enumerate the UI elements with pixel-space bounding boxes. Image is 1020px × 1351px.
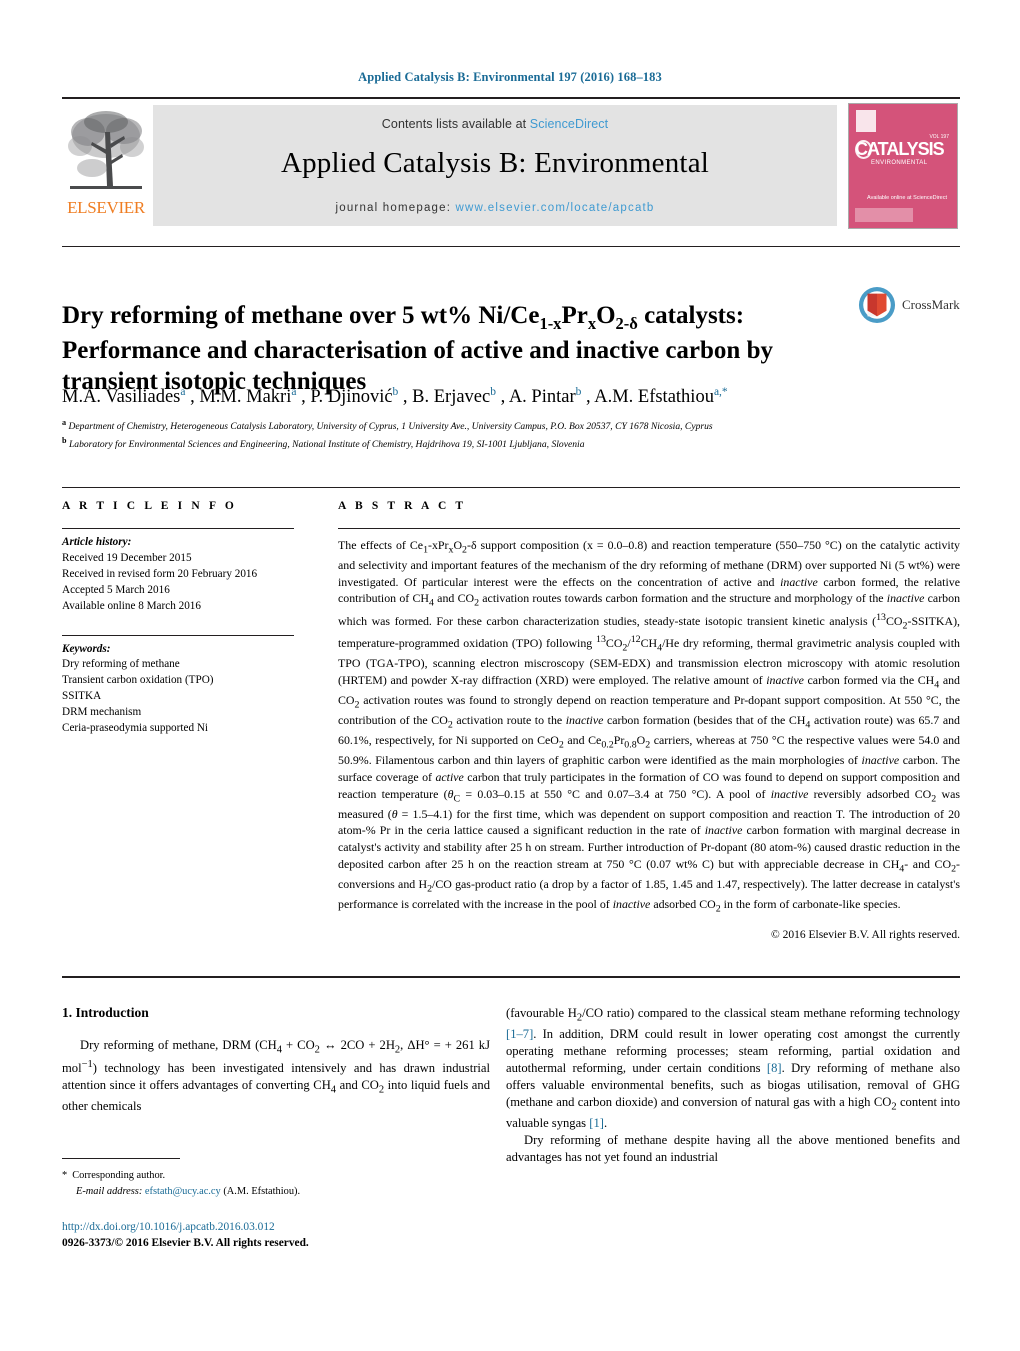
title-divider — [62, 246, 960, 247]
abstract-copyright: © 2016 Elsevier B.V. All rights reserved… — [771, 929, 960, 942]
abstract-column: A B S T R A C T The effects of Ce1-xPrxO… — [338, 500, 960, 941]
title-line-2: Performance and characterisation of acti… — [62, 336, 773, 364]
cover-volume: VOL 197 — [929, 134, 949, 140]
affiliation-b: b Laboratory for Environmental Sciences … — [62, 435, 892, 453]
affiliation-marker-a: a — [62, 418, 67, 427]
article-history-label: Article history: — [62, 536, 132, 548]
affiliations: a Department of Chemistry, Heterogeneous… — [62, 417, 892, 453]
section-number: 1. — [62, 1005, 73, 1020]
elsevier-wordmark: ELSEVIER — [67, 198, 145, 217]
keywords-rule — [62, 634, 294, 636]
title-sub-1: 1-x — [539, 313, 562, 333]
affiliation-b-text: Laboratory for Environmental Sciences an… — [68, 439, 585, 451]
journal-homepage-line: journal homepage: www.elsevier.com/locat… — [153, 180, 837, 214]
crossmark-label: CrossMark — [902, 297, 960, 312]
elsevier-tree-icon — [68, 111, 144, 189]
author-affil-marker: b — [392, 386, 399, 398]
sciencedirect-link[interactable]: ScienceDirect — [530, 117, 608, 131]
article-info-heading: A R T I C L E I N F O — [62, 500, 237, 512]
author-affil-marker: b — [575, 386, 582, 398]
cover-barcode — [855, 208, 913, 222]
history-item: Received in revised form 20 February 201… — [62, 567, 258, 580]
title-part-1: Dry reforming of methane over 5 wt% Ni/C… — [62, 301, 540, 329]
journal-title: Applied Catalysis B: Environmental — [280, 147, 710, 179]
cover-elsevier-mark — [856, 110, 876, 132]
affiliation-a: a Department of Chemistry, Heterogeneous… — [62, 417, 892, 435]
article-history-block: Article history: Received 19 December 20… — [62, 535, 307, 615]
author-affil-marker: a — [291, 386, 297, 398]
keyword-item: Ceria-praseodymia supported Ni — [62, 722, 209, 735]
article-info-rule — [62, 528, 294, 529]
keyword-item: SSITKA — [62, 690, 102, 703]
cover-sciencedirect-note: Available online at ScienceDirect — [867, 194, 947, 201]
corresponding-star: * — [62, 1170, 68, 1181]
running-head: Applied Catalysis B: Environmental 197 (… — [358, 70, 662, 84]
journal-homepage-link[interactable]: www.elsevier.com/locate/apcatb — [456, 202, 655, 214]
keywords-label: Keywords: — [62, 642, 111, 655]
homepage-prefix: journal homepage: — [335, 202, 456, 214]
cover-title: CATALYSIS — [855, 139, 945, 159]
affiliation-marker-b: b — [62, 436, 67, 446]
issn-copyright-line: 0926-3373/© 2016 Elsevier B.V. All right… — [62, 1237, 309, 1250]
info-abstract-divider — [62, 487, 960, 488]
section-title: Introduction — [75, 1005, 149, 1020]
title-sub-2: x — [587, 313, 597, 333]
abstract-rule — [338, 528, 960, 529]
masthead-center: Contents lists available at ScienceDirec… — [153, 105, 837, 226]
history-item: Available online 8 March 2016 — [62, 599, 201, 612]
section-heading-introduction: 1. Introduction — [62, 1005, 490, 1021]
email-line: E-mail address: efstath@ucy.ac.cy (A.M. … — [62, 1184, 492, 1200]
article-page: Applied Catalysis B: Environmental 197 (… — [0, 0, 1020, 1351]
abstract-body-divider — [62, 976, 960, 978]
journal-cover-image: CATALYSIS ENVIRONMENTAL VOL 197 Availabl… — [848, 103, 958, 229]
author-affil-marker: a — [180, 386, 186, 398]
email-link[interactable]: efstath@ucy.ac.cy — [145, 1186, 221, 1197]
keywords-block: Keywords: Dry reforming of methane Trans… — [62, 642, 307, 737]
doi-link[interactable]: http://dx.doi.org/10.1016/j.apcatb.2016.… — [62, 1219, 492, 1235]
keyword-item: Transient carbon oxidation (TPO) — [62, 674, 214, 687]
elsevier-logo-block: ELSEVIER — [62, 99, 150, 232]
article-info-column: A R T I C L E I N F O Article history: R… — [62, 500, 307, 737]
contents-prefix: Contents lists available at — [381, 117, 530, 131]
abstract-heading: A B S T R A C T — [338, 500, 467, 512]
title-part-3: O — [596, 301, 616, 329]
keyword-item: Dry reforming of methane — [62, 658, 180, 671]
title-sub-3: 2-δ — [615, 313, 638, 333]
author-affil-marker: b — [490, 386, 496, 398]
page-title: Dry reforming of methane over 5 wt% Ni/C… — [62, 300, 822, 398]
doi-footer: http://dx.doi.org/10.1016/j.apcatb.2016.… — [62, 1219, 492, 1251]
intro-paragraph-1: Dry reforming of methane, DRM (CH4 + CO2… — [62, 1038, 490, 1113]
affiliation-a-text: Department of Chemistry, Heterogeneous C… — [68, 421, 713, 433]
email-owner: (A.M. Efstathiou). — [223, 1185, 301, 1197]
body-left-column: 1. Introduction Dry reforming of methane… — [62, 1005, 490, 1115]
abstract-text: The effects of Ce1-xPrxO2-δ support comp… — [338, 538, 961, 915]
history-item: Received 19 December 2015 — [62, 551, 192, 564]
journal-cover-block: CATALYSIS ENVIRONMENTAL VOL 197 Availabl… — [840, 99, 960, 232]
journal-masthead: ELSEVIER Contents lists available at Sci… — [62, 97, 960, 232]
title-part-4: catalysts: — [637, 301, 745, 329]
cover-subtitle: ENVIRONMENTAL — [871, 160, 928, 166]
corresponding-label: Corresponding author. — [72, 1170, 166, 1181]
body-right-column: (favourable H2/CO ratio) compared to the… — [506, 1005, 960, 1166]
footnote-divider — [62, 1158, 180, 1159]
history-item: Accepted 5 March 2016 — [62, 583, 170, 596]
intro-paragraph-2: Dry reforming of methane despite having … — [506, 1133, 960, 1165]
author-affil-marker: a,* — [713, 386, 728, 398]
corresponding-line: * Corresponding author. — [62, 1168, 492, 1184]
keyword-item: DRM mechanism — [62, 706, 142, 719]
crossmark-icon — [858, 286, 896, 324]
title-part-2: Pr — [561, 301, 588, 329]
crossmark-badge[interactable]: CrossMark — [858, 286, 960, 324]
intro-paragraph-1-continued: (favourable H2/CO ratio) compared to the… — [506, 1006, 960, 1131]
contents-available-line: Contents lists available at ScienceDirec… — [153, 105, 837, 131]
corresponding-author-note: * Corresponding author. E-mail address: e… — [62, 1168, 492, 1199]
author-list: M.A. Vasiliadesa , M.M. Makria , P. Djin… — [62, 386, 728, 408]
email-label: E-mail address: — [76, 1185, 143, 1197]
